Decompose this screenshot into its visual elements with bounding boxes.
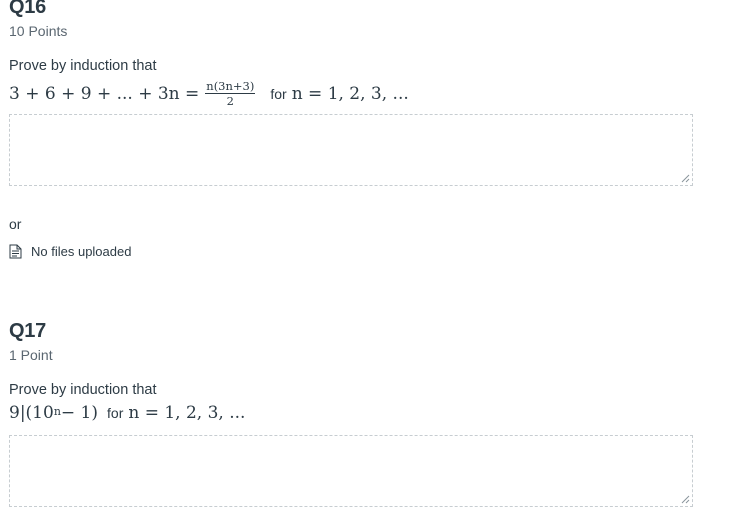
formula-lhs: 9|(10 <box>9 403 54 423</box>
formula-exponent: n <box>53 404 61 418</box>
document-icon <box>9 244 22 259</box>
question-prompt-q17: Prove by induction that <box>9 382 157 398</box>
formula-lhs: 3 + 6 + 9 + ... + 3n = <box>9 83 200 104</box>
no-files-label: No files uploaded <box>31 244 132 259</box>
resize-handle-icon[interactable] <box>681 495 690 504</box>
question-formula-q17: 9|(10 n − 1) for n = 1, 2, 3, ... <box>9 403 245 423</box>
fraction-numerator: n(3n+3) <box>205 79 256 94</box>
question-title-q16: Q16 <box>9 0 46 18</box>
formula-lhs-end: − 1) <box>60 403 99 423</box>
question-points-q17: 1 Point <box>9 347 53 363</box>
formula-for-text: for <box>107 405 124 421</box>
question-title-q17: Q17 <box>9 320 46 342</box>
resize-handle-icon[interactable] <box>681 174 690 183</box>
file-upload-status: No files uploaded <box>9 244 131 259</box>
or-separator: or <box>9 216 22 232</box>
formula-rhs: n = 1, 2, 3, ... <box>128 403 246 423</box>
formula-rhs: n = 1, 2, 3, ... <box>291 83 409 104</box>
formula-fraction: n(3n+3) 2 <box>205 79 256 108</box>
question-formula-q16: 3 + 6 + 9 + ... + 3n = n(3n+3) 2 for n =… <box>9 80 409 107</box>
question-prompt-q16: Prove by induction that <box>9 58 157 74</box>
fraction-denominator: 2 <box>226 94 234 108</box>
answer-textarea-q16[interactable] <box>9 114 693 186</box>
answer-textarea-q17[interactable] <box>9 435 693 507</box>
question-points-q16: 10 Points <box>9 23 68 39</box>
formula-for-text: for <box>270 85 287 102</box>
